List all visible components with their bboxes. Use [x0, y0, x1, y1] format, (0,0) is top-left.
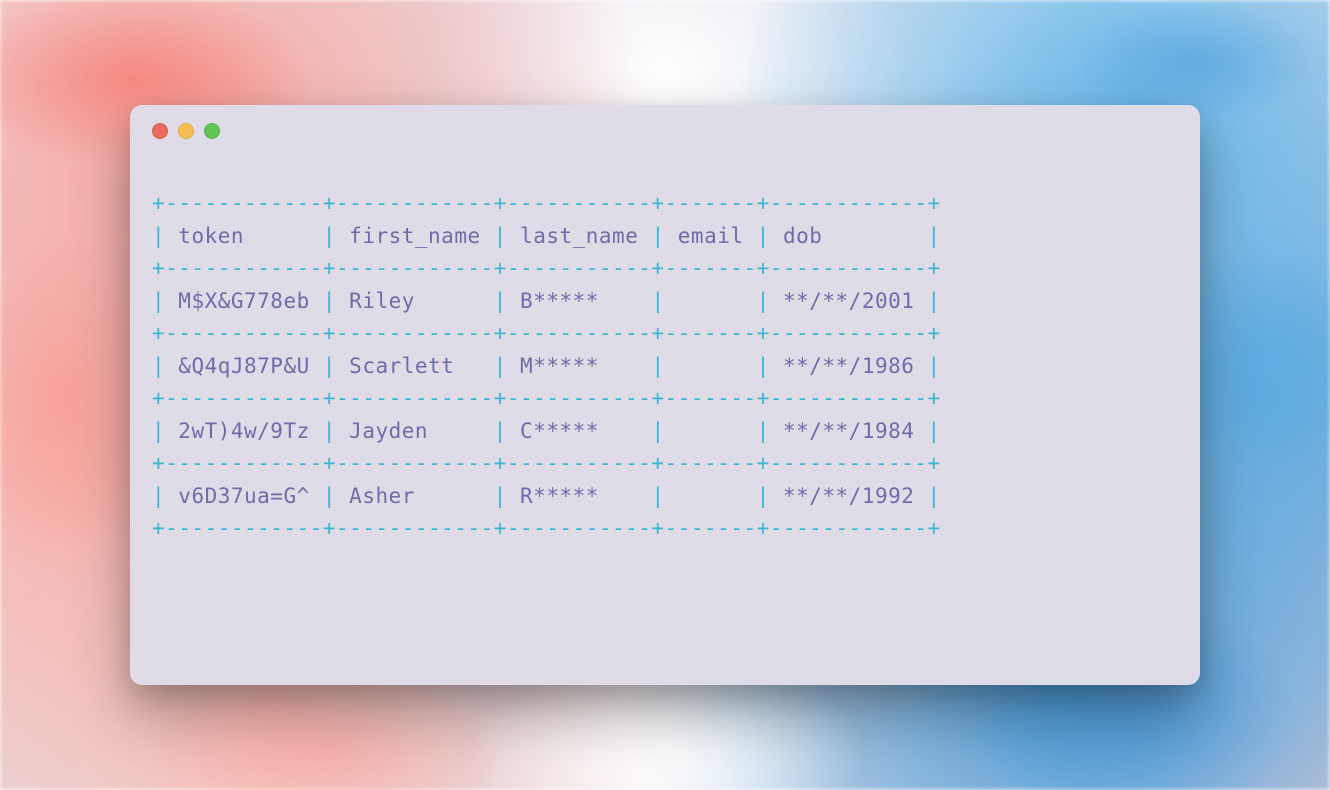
minimize-icon[interactable]: [178, 123, 194, 139]
titlebar[interactable]: [130, 105, 1200, 157]
terminal-window: +------------+------------+-----------+-…: [130, 105, 1200, 685]
terminal-output: +------------+------------+-----------+-…: [130, 157, 1200, 565]
maximize-icon[interactable]: [204, 123, 220, 139]
close-icon[interactable]: [152, 123, 168, 139]
